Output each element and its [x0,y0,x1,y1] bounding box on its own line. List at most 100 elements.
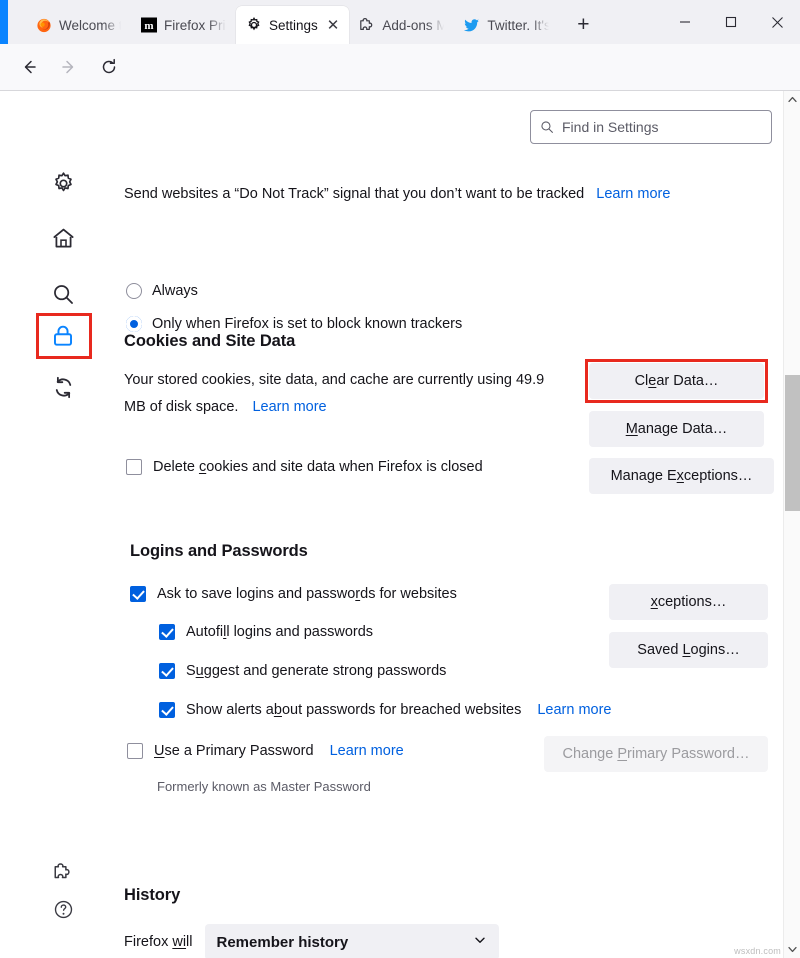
suggest-strong-passwords-label: Suggest and generate strong passwords [186,663,446,679]
cookies-section-heading: Cookies and Site Data [124,332,295,351]
primary-password-note: Formerly known as Master Password [157,779,371,794]
history-mode-row: Firefox will Remember history [124,924,499,958]
minimize-button[interactable] [662,0,708,44]
chevron-up-icon[interactable] [784,91,800,108]
chevron-down-icon [473,933,487,951]
cookies-usage-description: Your stored cookies, site data, and cach… [124,367,564,421]
firefox-icon [36,17,52,33]
home-icon [51,226,76,251]
dnt-description-text: Send websites a “Do Not Track” signal th… [124,186,584,202]
tab-close-icon[interactable]: ✕ [327,18,340,33]
breach-alerts-checkbox[interactable] [159,702,175,718]
page-scrollbar[interactable] [783,91,800,958]
tab-label: Settings [269,18,318,33]
scrollbar-thumb[interactable] [785,375,800,511]
manage-data-label: Manage Data… [626,421,728,437]
saved-logins-label: Saved Logins… [637,642,739,658]
clear-data-button[interactable]: Clear Data… [589,363,764,399]
dnt-option-label: Only when Firefox is set to block known … [152,316,462,332]
tab-label: Twitter. It's [487,18,549,33]
reload-icon[interactable] [92,50,126,84]
clear-data-label: Clear Data… [635,373,719,389]
maximize-button[interactable] [708,0,754,44]
delete-cookies-on-close-row[interactable]: Delete cookies and site data when Firefo… [126,459,483,475]
login-exceptions-button[interactable]: xceptions… [609,584,768,620]
saved-logins-button[interactable]: Saved Logins… [609,632,768,668]
mozilla-m-icon: m [141,17,157,33]
tab-label: Firefox Priv [164,18,226,33]
back-arrow-icon[interactable] [12,50,46,84]
radio-only-when-blocking[interactable] [126,316,142,332]
manage-exceptions-label: Manage Exceptions… [611,468,753,484]
gear-icon [246,17,262,33]
cookies-usage-line2: MB of disk space. [124,399,238,415]
change-primary-password-label: Change Primary Password… [563,746,750,762]
browser-window: Welcome t m Firefox Priv Settings ✕ [0,0,800,958]
cookies-usage-line1: Your stored cookies, site data, and cach… [124,372,544,388]
tab-welcome[interactable]: Welcome t [26,6,131,44]
forward-arrow-icon[interactable] [52,50,86,84]
change-primary-password-button: Change Primary Password… [544,736,768,772]
tab-label: Welcome t [59,18,121,33]
window-controls [662,0,800,44]
tab-firefox-privacy[interactable]: m Firefox Priv [131,6,236,44]
radio-always[interactable] [126,283,142,299]
history-section-heading: History [124,886,180,905]
logins-section-heading: Logins and Passwords [130,542,308,561]
sidebar-item-search[interactable] [46,277,80,311]
suggest-strong-passwords-row[interactable]: Suggest and generate strong passwords [159,663,446,679]
use-primary-password-checkbox[interactable] [127,743,143,759]
settings-page: Find in Settings [0,91,800,958]
history-mode-label: Firefox will [124,934,193,950]
question-circle-icon [53,899,74,920]
use-primary-password-label: Use a Primary Password [154,743,314,759]
suggest-strong-passwords-checkbox[interactable] [159,663,175,679]
dnt-option-label: Always [152,283,198,299]
primary-password-learn-more-link[interactable]: Learn more [330,743,404,759]
autofill-logins-label: Autofill logins and passwords [186,624,373,640]
tab-twitter[interactable]: Twitter. It's [454,6,559,44]
ask-to-save-logins-row[interactable]: Ask to save logins and passwords for web… [130,586,457,602]
sidebar-item-sync[interactable] [46,370,80,404]
breach-alerts-learn-more-link[interactable]: Learn more [537,702,611,718]
magnifier-icon [51,282,76,307]
breach-alerts-row[interactable]: Show alerts about passwords for breached… [159,702,611,718]
ask-to-save-logins-checkbox[interactable] [130,586,146,602]
tab-label: Add-ons M [382,18,444,33]
delete-cookies-checkbox[interactable] [126,459,142,475]
gear-icon [51,171,76,196]
new-tab-button[interactable]: + [567,9,599,41]
tab-settings[interactable]: Settings ✕ [236,6,349,44]
sidebar-item-firefox-support[interactable] [46,892,80,926]
watermark: wsxdn.com [734,946,781,956]
settings-main-column: Send websites a “Do Not Track” signal th… [112,91,784,958]
history-mode-dropdown[interactable]: Remember history [205,924,499,958]
puzzle-icon [359,17,375,33]
cookies-learn-more-link[interactable]: Learn more [252,399,326,415]
tab-list: Welcome t m Firefox Priv Settings ✕ [0,0,599,44]
ask-to-save-logins-label: Ask to save logins and passwords for web… [157,586,457,602]
use-primary-password-row[interactable]: Use a Primary Password Learn more [127,743,404,759]
chevron-down-icon[interactable] [784,941,800,958]
tab-strip: Welcome t m Firefox Priv Settings ✕ [0,0,800,44]
sidebar-item-extensions-themes[interactable] [46,855,80,889]
puzzle-icon [53,862,73,882]
sidebar-item-general[interactable] [46,166,80,200]
close-button[interactable] [754,0,800,44]
settings-category-rail [0,91,112,958]
delete-cookies-label: Delete cookies and site data when Firefo… [153,459,483,475]
manage-data-button[interactable]: Manage Data… [589,411,764,447]
svg-text:m: m [144,20,153,32]
sidebar-item-home[interactable] [46,221,80,255]
dnt-learn-more-link[interactable]: Learn more [596,186,670,202]
dnt-option-always[interactable]: Always [126,283,198,299]
breach-alerts-label: Show alerts about passwords for breached… [186,702,521,718]
manage-exceptions-button[interactable]: Manage Exceptions… [589,458,774,494]
sync-icon [51,375,76,400]
autofill-logins-checkbox[interactable] [159,624,175,640]
twitter-icon [464,17,480,33]
dnt-option-block-known-trackers[interactable]: Only when Firefox is set to block known … [126,316,462,332]
autofill-logins-row[interactable]: Autofill logins and passwords [159,624,373,640]
do-not-track-description: Send websites a “Do Not Track” signal th… [124,186,670,202]
tab-addons-manager[interactable]: Add-ons M [349,6,454,44]
